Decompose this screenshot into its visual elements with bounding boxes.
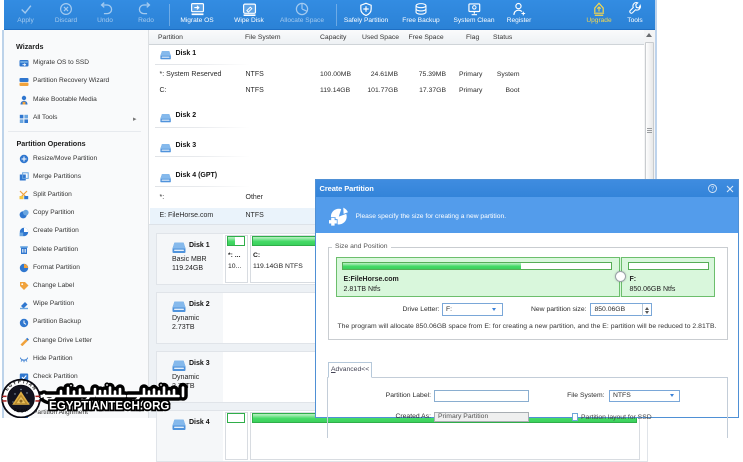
svg-text:EGYPTIANTECH.ORG: EGYPTIANTECH.ORG bbox=[49, 400, 169, 413]
